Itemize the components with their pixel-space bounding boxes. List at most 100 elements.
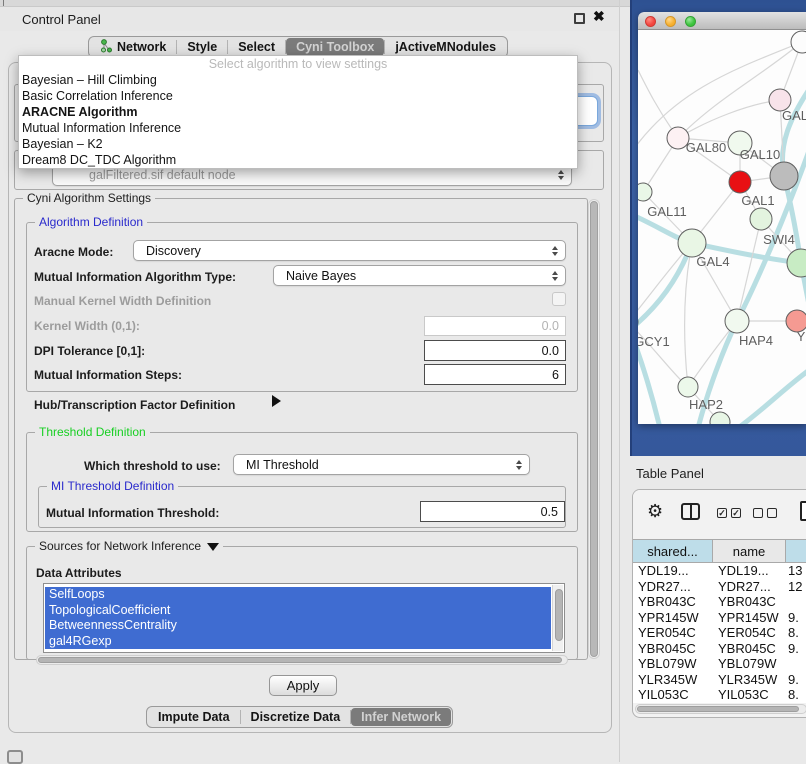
settings-group-title: Cyni Algorithm Settings: [23, 191, 155, 205]
dropdown-item[interactable]: ARACNE Algorithm: [19, 104, 577, 120]
table-cell: YPR145W: [633, 610, 713, 626]
manual-kernel-label: Manual Kernel Width Definition: [34, 294, 211, 308]
network-node[interactable]: [770, 162, 798, 190]
column-header-name[interactable]: name: [713, 540, 786, 562]
network-node-gal4[interactable]: [678, 229, 706, 257]
network-window-titlebar[interactable]: [638, 12, 806, 30]
network-node-gal11[interactable]: [638, 183, 652, 201]
table-cell: YER054C: [713, 625, 786, 641]
spinner-arrows-icon: [552, 246, 558, 256]
checked-checkbox-icon[interactable]: ✓: [717, 508, 727, 518]
bottom-tab-impute-data[interactable]: Impute Data: [148, 708, 240, 726]
which-threshold-combobox[interactable]: MI Threshold: [233, 454, 530, 475]
column-header-partial[interactable]: [786, 540, 806, 562]
document-icon[interactable]: [800, 501, 806, 521]
bottom-tab-infer-network[interactable]: Infer Network: [351, 708, 451, 726]
sources-group-title: Sources for Network Inference: [35, 539, 223, 553]
checked-checkbox-icon[interactable]: ✓: [731, 508, 741, 518]
spinner-arrows-icon: [552, 271, 558, 281]
dpi-tolerance-field[interactable]: 0.0: [424, 340, 566, 361]
table-cell: YBL079W: [713, 656, 786, 672]
collapse-arrow-icon[interactable]: [207, 543, 219, 551]
table-row[interactable]: YER054CYER054C8.: [633, 625, 806, 641]
attribute-list-item[interactable]: gal4RGexp: [45, 634, 551, 650]
aracne-mode-label: Aracne Mode:: [34, 245, 113, 259]
mi-threshold-field[interactable]: 0.5: [420, 501, 565, 522]
dropdown-item[interactable]: Bayesian – Hill Climbing: [19, 72, 577, 88]
table-cell: 13: [786, 563, 806, 579]
table-row[interactable]: YDL19...YDL19...13: [633, 563, 806, 579]
bottom-tabbar: Impute DataDiscretize DataInfer Network: [146, 706, 453, 728]
dropdown-item[interactable]: Bayesian – K2: [19, 136, 577, 152]
dropdown-item[interactable]: Mutual Information Inference: [19, 120, 577, 136]
close-icon[interactable]: ✖: [593, 8, 605, 25]
float-window-icon[interactable]: [574, 13, 585, 24]
bottom-tab-discretize-data[interactable]: Discretize Data: [241, 708, 351, 726]
list-hscrollbar-thumb[interactable]: [38, 657, 562, 663]
columns-icon[interactable]: [681, 503, 700, 520]
algorithm-dropdown-popup: Select algorithm to view settings Bayesi…: [18, 55, 578, 169]
network-node-swi4[interactable]: [787, 249, 806, 277]
list-scrollbar-thumb[interactable]: [555, 589, 563, 641]
table-row[interactable]: YLR345WYLR345W9.: [633, 672, 806, 688]
tab-cyni-toolbox[interactable]: Cyni Toolbox: [286, 38, 384, 56]
mi-steps-field[interactable]: 6: [424, 364, 566, 385]
close-traffic-light-icon[interactable]: [645, 16, 656, 27]
tab-style[interactable]: Style: [177, 38, 227, 56]
column-header-shared[interactable]: shared...: [633, 540, 713, 562]
unchecked-checkbox-icon[interactable]: [767, 508, 777, 518]
zoom-traffic-light-icon[interactable]: [685, 16, 696, 27]
unchecked-checkbox-icon[interactable]: [753, 508, 763, 518]
node-label: GAL80: [686, 140, 726, 155]
mi-algorithm-type-combobox[interactable]: Naive Bayes: [273, 265, 566, 286]
tab-select[interactable]: Select: [228, 38, 285, 56]
table-cell: YIL053C: [633, 687, 713, 703]
table-row[interactable]: YPR145WYPR145W9.: [633, 610, 806, 626]
settings-scrollbar[interactable]: [588, 199, 600, 659]
table-cell: YPR145W: [713, 610, 786, 626]
table-header-row: shared... name: [633, 539, 806, 563]
network-node[interactable]: [750, 208, 772, 230]
manual-kernel-checkbox[interactable]: [552, 292, 566, 306]
table-cell: 12: [786, 579, 806, 595]
mi-type-value: Naive Bayes: [286, 269, 356, 283]
network-node-hap4[interactable]: [725, 309, 749, 333]
tab-network[interactable]: Network: [90, 38, 176, 56]
tab-label: jActiveMNodules: [395, 40, 496, 54]
attribute-list-item[interactable]: SelfLoops: [45, 587, 551, 603]
kernel-width-field[interactable]: 0.0: [424, 316, 566, 336]
table-cell: 8.: [786, 625, 806, 641]
table-hscrollbar-thumb[interactable]: [637, 706, 799, 712]
list-horizontal-scrollbar[interactable]: [36, 655, 568, 665]
table-row[interactable]: YBR045CYBR045C9.: [633, 641, 806, 657]
spinner-arrows-icon: [516, 460, 522, 470]
apply-button[interactable]: Apply: [269, 675, 337, 696]
table-cell: YBR043C: [713, 594, 786, 610]
table-cell: YBR043C: [633, 594, 713, 610]
data-attributes-list[interactable]: SelfLoopsTopologicalCoefficientBetweenne…: [43, 583, 565, 653]
minimize-traffic-light-icon[interactable]: [665, 16, 676, 27]
table-cell: 8.: [786, 687, 806, 703]
node-label: GAL1: [741, 193, 774, 208]
table-row[interactable]: YBR043CYBR043C: [633, 594, 806, 610]
spinner-arrows-icon: [558, 170, 564, 180]
network-node-gal1[interactable]: [729, 171, 751, 193]
hub-definition-label: Hub/Transcription Factor Definition: [34, 398, 235, 412]
table-row[interactable]: YBL079WYBL079W: [633, 656, 806, 672]
settings-scrollbar-thumb[interactable]: [590, 201, 598, 657]
table-row[interactable]: YDR27...YDR27...12: [633, 579, 806, 595]
aracne-mode-combobox[interactable]: Discovery: [133, 240, 566, 261]
table-row[interactable]: YIL053CYIL053C8.: [633, 687, 806, 703]
network-node-hap2[interactable]: [678, 377, 698, 397]
network-canvas[interactable]: GALGAL80GAL10GAL1GAL11GAL4SWI4GCY1HAP4YH…: [638, 30, 806, 424]
expand-arrow-icon[interactable]: [272, 395, 281, 407]
attribute-list-item[interactable]: TopologicalCoefficient: [45, 603, 551, 619]
attribute-list-item[interactable]: BetweennessCentrality: [45, 618, 551, 634]
table-horizontal-scrollbar[interactable]: [635, 704, 806, 714]
dropdown-item[interactable]: Basic Correlation Inference: [19, 88, 577, 104]
kernel-width-label: Kernel Width (0,1):: [34, 319, 140, 333]
dropdown-item[interactable]: Dream8 DC_TDC Algorithm: [19, 152, 577, 168]
gear-icon[interactable]: ⚙: [647, 502, 663, 520]
tab-jactivemnodules[interactable]: jActiveMNodules: [385, 38, 506, 56]
list-vertical-scrollbar[interactable]: [552, 585, 563, 651]
